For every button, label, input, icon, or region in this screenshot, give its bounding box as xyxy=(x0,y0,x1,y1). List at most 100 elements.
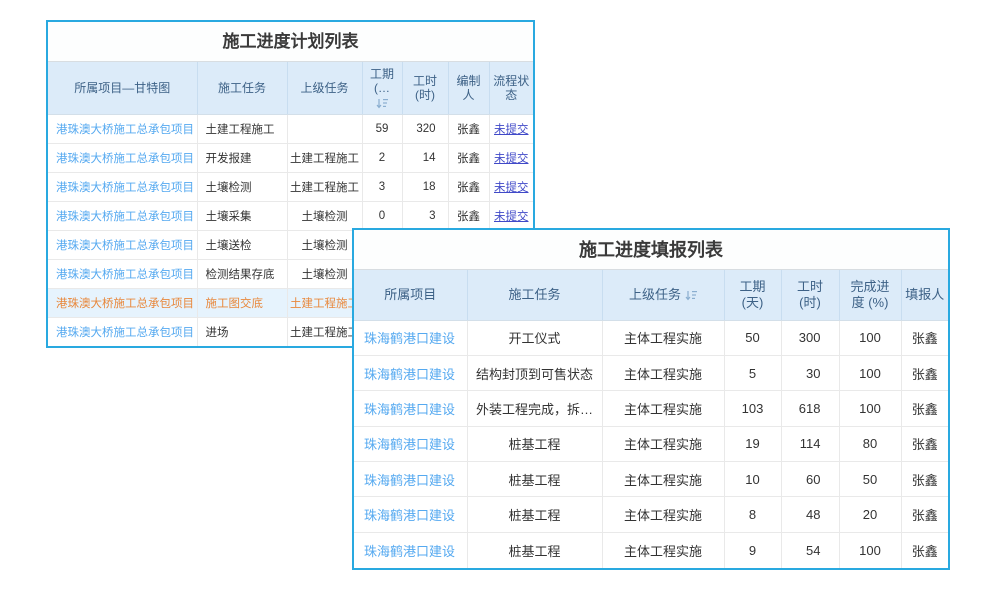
report-table-title: 施工进度填报列表 xyxy=(354,230,948,270)
header-label: 人 xyxy=(450,88,488,102)
plan-col-person: 编制 人 xyxy=(448,62,489,114)
plan-table-row[interactable]: 港珠澳大桥施工总承包项目 土壤采集 土壤检测 0 3 张鑫 未提交 xyxy=(48,201,533,230)
header-label-truncated: (… xyxy=(364,81,401,95)
report-table-row[interactable]: 珠海鹤港口建设 外装工程完成，拆… 主体工程实施 103 618 100 张鑫 xyxy=(354,391,948,426)
report-table-row[interactable]: 珠海鹤港口建设 桩基工程 主体工程实施 19 114 80 张鑫 xyxy=(354,426,948,461)
progress-cell: 100 xyxy=(839,391,901,426)
header-label: 上级任务 xyxy=(300,81,348,95)
header-label: 工时 xyxy=(404,74,447,88)
task-cell: 开工仪式 xyxy=(467,320,602,355)
duration-cell: 103 xyxy=(724,391,781,426)
author-cell: 张鑫 xyxy=(448,201,489,230)
parent-task-cell: 土建工程施工 xyxy=(287,143,362,172)
report-table-row[interactable]: 珠海鹤港口建设 结构封顶到可售状态 主体工程实施 5 30 100 张鑫 xyxy=(354,355,948,390)
parent-task-cell: 主体工程实施 xyxy=(602,426,724,461)
plan-col-hours: 工时 (时) xyxy=(402,62,448,114)
header-label: 度 (%) xyxy=(841,295,900,311)
duration-cell: 50 xyxy=(724,320,781,355)
project-link[interactable]: 珠海鹤港口建设 xyxy=(354,320,467,355)
parent-task-cell: 土建工程施工 xyxy=(287,172,362,201)
plan-header-row: 所属项目—甘特图 施工任务 上级任务 工期 (… xyxy=(48,62,533,114)
project-link[interactable]: 港珠澳大桥施工总承包项目 xyxy=(48,172,197,201)
reporter-cell: 张鑫 xyxy=(901,391,948,426)
plan-table-row[interactable]: 港珠澳大桥施工总承包项目 土壤检测 土建工程施工 3 18 张鑫 未提交 xyxy=(48,172,533,201)
project-link[interactable]: 珠海鹤港口建设 xyxy=(354,497,467,532)
plan-col-parent: 上级任务 xyxy=(287,62,362,114)
project-link[interactable]: 珠海鹤港口建设 xyxy=(354,426,467,461)
parent-task-cell: 土建工程施工 xyxy=(287,288,362,317)
status-link[interactable]: 未提交 xyxy=(489,172,533,201)
parent-task-cell: 土壤检测 xyxy=(287,201,362,230)
header-label: 所属项目—甘特图 xyxy=(74,81,170,95)
sort-amount-down-icon[interactable] xyxy=(685,290,697,301)
progress-cell: 50 xyxy=(839,462,901,497)
task-cell: 外装工程完成，拆… xyxy=(467,391,602,426)
parent-task-cell xyxy=(287,114,362,143)
report-table: 所属项目 施工任务 上级任务 xyxy=(354,270,948,568)
project-link[interactable]: 港珠澳大桥施工总承包项目 xyxy=(48,114,197,143)
report-table-row[interactable]: 珠海鹤港口建设 桩基工程 主体工程实施 8 48 20 张鑫 xyxy=(354,497,948,532)
task-cell: 桩基工程 xyxy=(467,462,602,497)
task-cell: 土壤检测 xyxy=(197,172,287,201)
plan-col-project: 所属项目—甘特图 xyxy=(48,62,197,114)
header-label: 上级任务 xyxy=(629,287,681,302)
status-link[interactable]: 未提交 xyxy=(489,143,533,172)
progress-cell: 100 xyxy=(839,532,901,567)
plan-col-duration[interactable]: 工期 (… xyxy=(362,62,402,114)
project-link[interactable]: 珠海鹤港口建设 xyxy=(354,532,467,567)
plan-table-row[interactable]: 港珠澳大桥施工总承包项目 开发报建 土建工程施工 2 14 张鑫 未提交 xyxy=(48,143,533,172)
report-col-project: 所属项目 xyxy=(354,270,467,320)
reporter-cell: 张鑫 xyxy=(901,426,948,461)
hours-cell: 14 xyxy=(402,143,448,172)
hours-cell: 114 xyxy=(781,426,839,461)
progress-cell: 80 xyxy=(839,426,901,461)
task-cell: 检测结果存底 xyxy=(197,259,287,288)
task-cell: 结构封顶到可售状态 xyxy=(467,355,602,390)
project-link[interactable]: 珠海鹤港口建设 xyxy=(354,355,467,390)
report-table-row[interactable]: 珠海鹤港口建设 桩基工程 主体工程实施 9 54 100 张鑫 xyxy=(354,532,948,567)
status-link[interactable]: 未提交 xyxy=(489,201,533,230)
duration-cell: 10 xyxy=(724,462,781,497)
hours-cell: 48 xyxy=(781,497,839,532)
parent-task-cell: 土壤检测 xyxy=(287,259,362,288)
task-cell: 桩基工程 xyxy=(467,426,602,461)
header-label: 完成进 xyxy=(841,279,900,295)
task-cell: 开发报建 xyxy=(197,143,287,172)
project-link[interactable]: 港珠澳大桥施工总承包项目 xyxy=(48,230,197,259)
report-table-window: 施工进度填报列表 所属项目 施工任务 上级任务 xyxy=(352,228,950,570)
project-link[interactable]: 港珠澳大桥施工总承包项目 xyxy=(48,201,197,230)
duration-cell: 3 xyxy=(362,172,402,201)
hours-cell: 30 xyxy=(781,355,839,390)
plan-table-row[interactable]: 港珠澳大桥施工总承包项目 土建工程施工 59 320 张鑫 未提交 xyxy=(48,114,533,143)
reporter-cell: 张鑫 xyxy=(901,497,948,532)
author-cell: 张鑫 xyxy=(448,172,489,201)
plan-table-title: 施工进度计划列表 xyxy=(48,22,533,62)
plan-col-task: 施工任务 xyxy=(197,62,287,114)
status-link[interactable]: 未提交 xyxy=(489,114,533,143)
duration-cell: 19 xyxy=(724,426,781,461)
task-cell: 土壤采集 xyxy=(197,201,287,230)
hours-cell: 60 xyxy=(781,462,839,497)
duration-cell: 9 xyxy=(724,532,781,567)
header-label: (时) xyxy=(404,88,447,102)
report-table-row[interactable]: 珠海鹤港口建设 开工仪式 主体工程实施 50 300 100 张鑫 xyxy=(354,320,948,355)
duration-cell: 59 xyxy=(362,114,402,143)
report-col-parent[interactable]: 上级任务 xyxy=(602,270,724,320)
hours-cell: 18 xyxy=(402,172,448,201)
project-link[interactable]: 港珠澳大桥施工总承包项目 xyxy=(48,143,197,172)
header-label: 工期 xyxy=(726,279,780,295)
sort-amount-down-icon[interactable] xyxy=(376,98,388,109)
progress-cell: 100 xyxy=(839,320,901,355)
header-label: 工期 xyxy=(364,67,401,81)
project-link[interactable]: 港珠澳大桥施工总承包项目 xyxy=(48,317,197,346)
project-link[interactable]: 港珠澳大桥施工总承包项目 xyxy=(48,288,197,317)
project-link[interactable]: 珠海鹤港口建设 xyxy=(354,391,467,426)
header-label: 施工任务 xyxy=(508,287,560,302)
hours-cell: 54 xyxy=(781,532,839,567)
report-table-row[interactable]: 珠海鹤港口建设 桩基工程 主体工程实施 10 60 50 张鑫 xyxy=(354,462,948,497)
project-link[interactable]: 珠海鹤港口建设 xyxy=(354,462,467,497)
report-col-hours: 工时 (时) xyxy=(781,270,839,320)
duration-cell: 8 xyxy=(724,497,781,532)
project-link[interactable]: 港珠澳大桥施工总承包项目 xyxy=(48,259,197,288)
parent-task-cell: 主体工程实施 xyxy=(602,462,724,497)
